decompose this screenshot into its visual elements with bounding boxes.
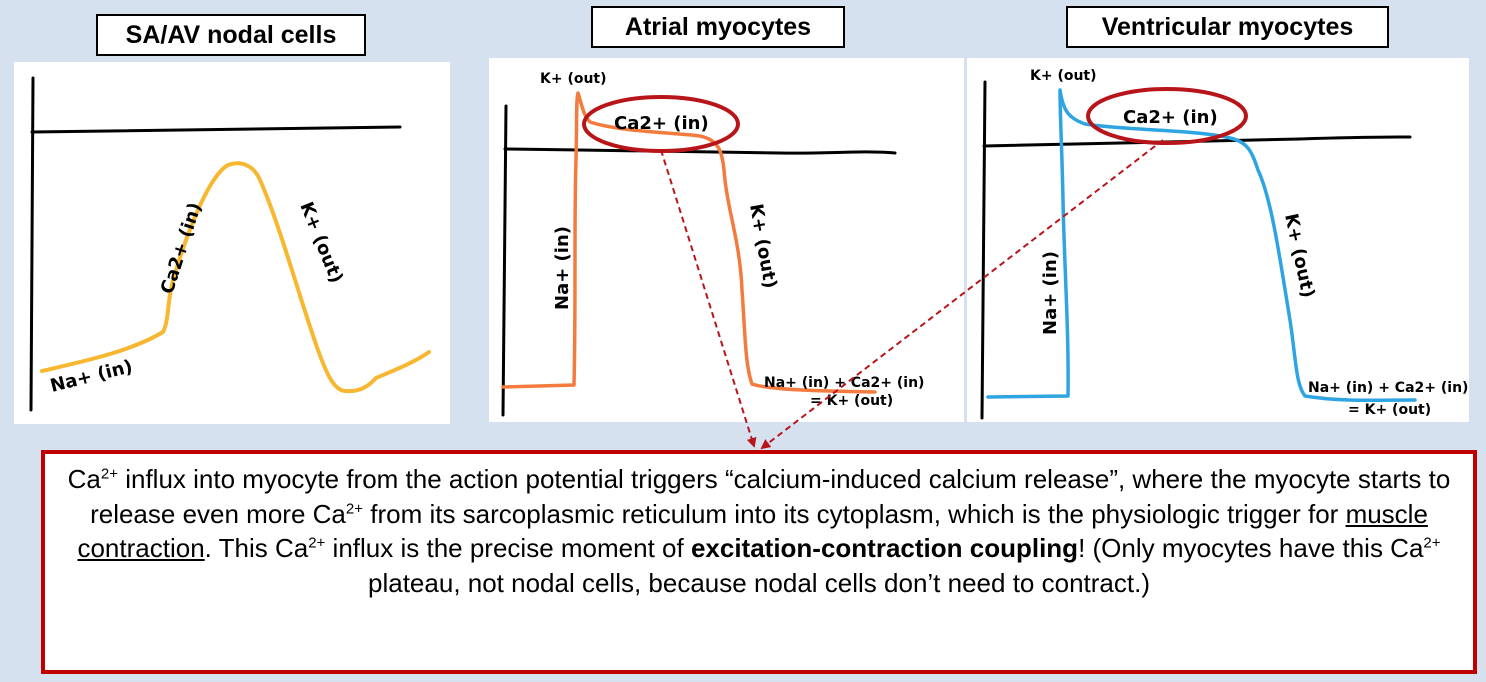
nodal-ca-label: Ca2+ (in) [157,200,206,297]
ventricular-rest-label-2: = K+ (out) [1348,402,1431,418]
ventricular-y-axis [980,80,987,420]
ventricular-k-top-label: K+ (out) [1030,68,1097,84]
caption-text: ! (Only myocytes have this Ca [1078,533,1424,563]
caption-superscript: 2+ [100,465,118,483]
caption-text: from its sarcoplasmic reticulum into its… [363,498,1346,529]
atrial-arrow [660,149,757,448]
atrial-na-label: Na+ (in) [552,226,573,310]
atrial-rest-label-2: = K+ (out) [810,393,893,409]
atrial-ca-label: Ca2+ (in) [614,113,709,134]
ventricular-rest-label-1: Na+ (in) + Ca2+ (in) [1308,380,1468,396]
atrial-y-axis [501,104,508,417]
atrial-rest-label-1: Na+ (in) + Ca2+ (in) [764,375,924,391]
atrial-k-label: K+ (out) [745,202,781,290]
ventricular-na-label: Na+ (in) [1040,251,1061,335]
caption-text: . This Ca [204,533,309,563]
nodal-trace [40,161,431,394]
caption-superscript: 2+ [308,534,326,552]
nodal-y-axis [29,76,35,412]
caption-text: Ca [67,464,101,494]
explanation-box: Ca2+ influx into myocyte from the action… [41,450,1477,674]
nodal-threshold-line [30,125,402,134]
caption-text: influx is the precise moment of [325,533,691,563]
caption-superscript: 2+ [345,499,363,517]
caption-bold-term: excitation-contraction coupling [690,533,1079,563]
atrial-k-top-label: K+ (out) [540,71,607,87]
ventricular-ca-label: Ca2+ (in) [1123,107,1218,128]
caption-superscript: 2+ [1423,534,1441,552]
atrial-threshold-line [503,147,897,155]
caption-text: plateau, not nodal cells, because nodal … [368,567,1150,598]
nodal-k-label: K+ (out) [295,199,347,286]
nodal-na-label: Na+ (in) [48,356,135,397]
